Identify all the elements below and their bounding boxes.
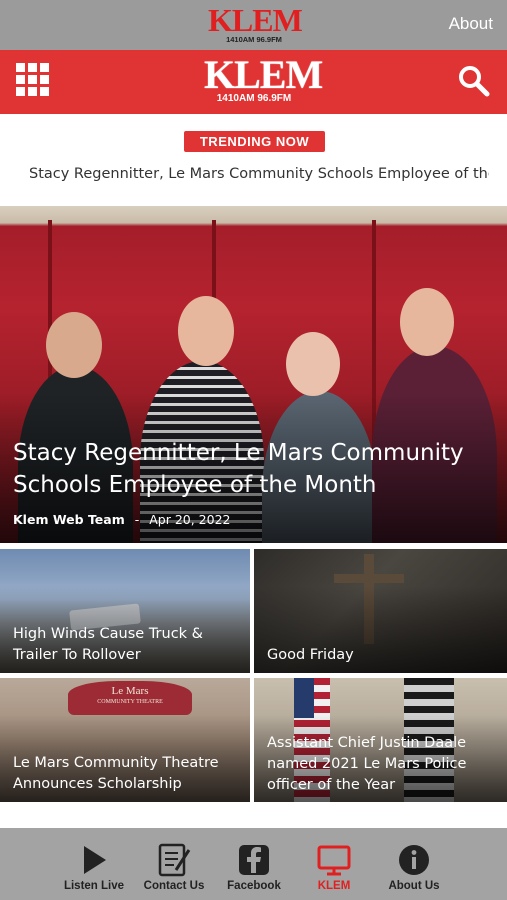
contact-form-icon <box>158 843 191 877</box>
top-logo: KLEM 1410AM 96.9FM <box>208 2 303 48</box>
grid-menu-icon[interactable] <box>16 63 50 97</box>
play-icon <box>84 846 106 874</box>
story-tile[interactable]: Le Mars COMMUNITY THEATRE Le Mars Commun… <box>0 678 250 802</box>
meta-separator: - <box>134 512 140 527</box>
header-bar: KLEM 1410AM 96.9FM <box>0 50 507 114</box>
top-bar: KLEM 1410AM 96.9FM About <box>0 0 507 50</box>
info-icon <box>399 845 429 875</box>
bottom-nav: Listen Live Contact Us Facebook KLEM Abo… <box>0 828 507 900</box>
nav-contact-us[interactable]: Contact Us <box>132 828 216 900</box>
nav-label: Facebook <box>227 880 281 892</box>
nav-facebook[interactable]: Facebook <box>212 828 296 900</box>
tile-title: High Winds Cause Truck & Trailer To Roll… <box>13 626 203 663</box>
top-logo-text: KLEM <box>208 2 303 38</box>
story-tile[interactable]: Good Friday <box>254 549 507 673</box>
monitor-icon <box>317 845 351 876</box>
nav-label: About Us <box>388 880 440 892</box>
facebook-icon <box>239 845 269 875</box>
tile-title: Assistant Chief Justin Daale named 2021 … <box>267 735 467 793</box>
featured-author: Klem Web Team <box>13 512 125 527</box>
flag-stars <box>294 678 314 718</box>
nav-klem[interactable]: KLEM <box>292 828 376 900</box>
nav-listen-live[interactable]: Listen Live <box>52 828 136 900</box>
photo-person-head <box>46 312 102 378</box>
featured-title[interactable]: Stacy Regennitter, Le Mars Community Sch… <box>13 437 493 501</box>
main-logo-frequency: 1410AM 96.9FM <box>216 93 292 104</box>
about-link[interactable]: About <box>449 14 493 34</box>
tile-title: Good Friday <box>267 647 354 663</box>
trending-badge: TRENDING NOW <box>184 131 325 152</box>
main-logo[interactable]: KLEM 1410AM 96.9FM <box>204 52 323 111</box>
theatre-sign-line2: COMMUNITY THEATRE <box>97 699 163 705</box>
trending-headline[interactable]: Stacy Regennitter, Le Mars Community Sch… <box>29 166 489 182</box>
photo-person-head <box>400 288 454 356</box>
featured-date: Apr 20, 2022 <box>149 512 231 527</box>
story-tile[interactable]: High Winds Cause Truck & Trailer To Roll… <box>0 549 250 673</box>
nav-label: Listen Live <box>63 880 125 892</box>
photo-cross <box>334 574 404 583</box>
tile-title: Le Mars Community Theatre Announces Scho… <box>13 755 219 792</box>
nav-label: KLEM <box>317 880 351 892</box>
nav-label: Contact Us <box>143 880 205 892</box>
theatre-awning: Le Mars COMMUNITY THEATRE <box>68 681 192 715</box>
featured-meta: Klem Web Team - Apr 20, 2022 <box>13 512 231 527</box>
search-icon[interactable] <box>457 64 491 98</box>
photo-person-head <box>286 332 340 396</box>
nav-about-us[interactable]: About Us <box>372 828 456 900</box>
main-logo-text: KLEM <box>204 52 323 97</box>
story-tile[interactable]: Assistant Chief Justin Daale named 2021 … <box>254 678 507 802</box>
photo-person-head <box>178 296 234 366</box>
theatre-sign-line1: Le Mars <box>111 685 149 697</box>
